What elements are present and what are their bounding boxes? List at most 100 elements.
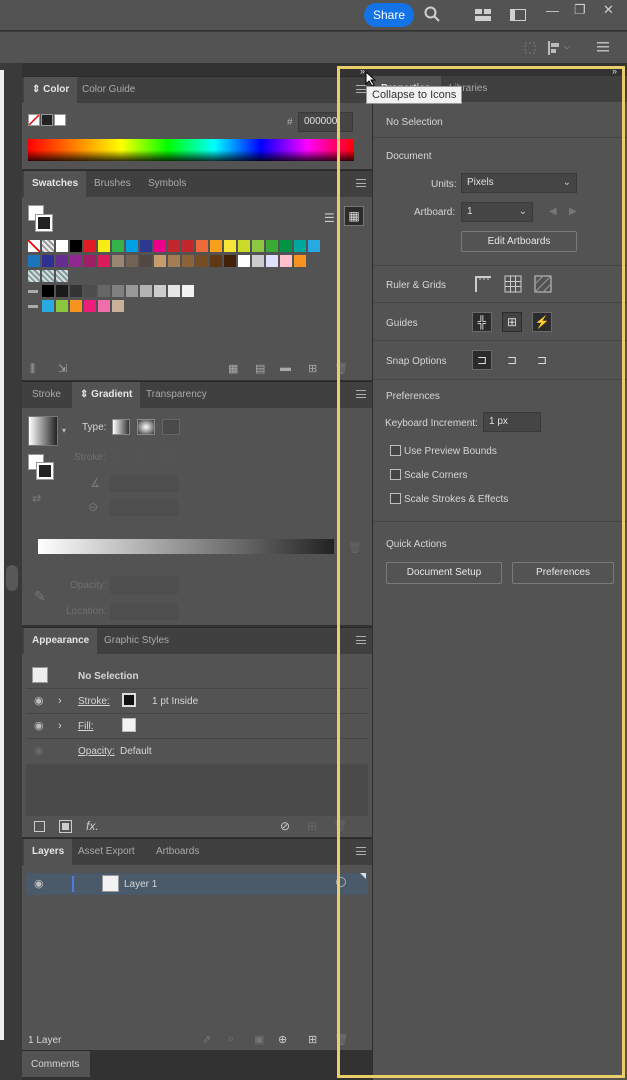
color-swatch[interactable] — [140, 240, 152, 252]
scale-strokes-effects-checkbox[interactable] — [390, 493, 401, 504]
stroke-swatch[interactable] — [122, 693, 136, 707]
color-swatch[interactable] — [56, 270, 68, 282]
color-swatch[interactable] — [126, 255, 138, 267]
workspace-icon[interactable] — [510, 9, 526, 24]
color-swatch[interactable] — [84, 285, 96, 297]
color-swatch[interactable] — [56, 300, 68, 312]
linear-gradient-button[interactable] — [112, 419, 130, 435]
preferences-button[interactable]: Preferences — [512, 562, 614, 584]
transform-icon[interactable] — [524, 42, 536, 57]
transparency-grid-icon[interactable] — [534, 275, 552, 296]
color-swatch[interactable] — [294, 255, 306, 267]
color-swatch[interactable] — [280, 255, 292, 267]
swatch-options-icon[interactable]: ▤ — [255, 362, 265, 375]
location-input[interactable] — [110, 602, 178, 620]
panel-menu-icon[interactable] — [597, 42, 609, 55]
color-swatch[interactable] — [84, 255, 96, 267]
export-icon[interactable]: ⇗ — [202, 1033, 211, 1046]
radial-gradient-button[interactable] — [137, 419, 155, 435]
reverse-gradient-icon[interactable]: ⇄ — [32, 492, 41, 505]
tab-transparency[interactable]: Transparency — [138, 382, 215, 408]
color-swatch[interactable] — [84, 300, 96, 312]
color-swatch[interactable] — [210, 255, 222, 267]
show-swatch-kinds-icon[interactable]: ▦ — [228, 362, 238, 375]
color-swatch[interactable] — [112, 240, 124, 252]
color-swatch[interactable] — [224, 240, 236, 252]
visibility-eye-icon[interactable]: ◉ — [34, 719, 44, 732]
delete-layer-icon[interactable]: 🗑 — [334, 1033, 348, 1046]
freeform-gradient-button[interactable] — [162, 419, 180, 435]
color-swatch[interactable] — [98, 300, 110, 312]
stroke-color-icon[interactable] — [36, 462, 54, 480]
visibility-eye-icon[interactable]: ◉ — [34, 694, 44, 707]
none-swatch[interactable] — [28, 114, 40, 126]
tab-symbols[interactable]: Symbols — [140, 171, 194, 197]
align-icon[interactable] — [548, 41, 572, 58]
color-swatch[interactable] — [56, 255, 68, 267]
stroke-label[interactable]: Stroke: — [78, 696, 110, 707]
color-swatch[interactable] — [252, 240, 264, 252]
scale-corners-checkbox[interactable] — [390, 469, 401, 480]
edit-artboards-button[interactable]: Edit Artboards — [461, 231, 577, 252]
delete-stop-icon[interactable]: 🗑 — [348, 541, 362, 554]
color-swatch[interactable] — [252, 255, 264, 267]
color-swatch[interactable] — [182, 240, 194, 252]
expand-chevron-icon[interactable]: › — [58, 720, 62, 732]
color-swatch[interactable] — [98, 255, 110, 267]
color-swatch[interactable] — [238, 255, 250, 267]
color-swatch[interactable] — [112, 255, 124, 267]
hex-input[interactable]: 000000 — [298, 112, 353, 132]
keyboard-increment-input[interactable]: 1 px — [483, 412, 541, 432]
collapse-to-icons-icon[interactable]: » — [612, 66, 617, 76]
opacity-label[interactable]: Opacity: — [78, 746, 115, 757]
delete-swatch-icon[interactable]: 🗑 — [334, 362, 348, 375]
panel-menu-icon[interactable] — [356, 179, 366, 187]
lock-guides-icon[interactable]: ⊞ — [502, 312, 522, 332]
panel-menu-icon[interactable] — [356, 390, 366, 398]
angle-input[interactable] — [110, 474, 178, 492]
color-swatch[interactable] — [140, 285, 152, 297]
next-artboard-icon[interactable]: ▶ — [569, 206, 577, 217]
color-swatch[interactable] — [196, 255, 208, 267]
new-layer-icon[interactable]: ⊞ — [308, 1033, 317, 1046]
tab-layers[interactable]: Layers — [24, 839, 73, 865]
snap-to-grid-icon[interactable]: ⊐ — [532, 350, 552, 370]
new-sublayer-icon[interactable]: ⊕ — [278, 1033, 287, 1046]
close-icon[interactable]: ✕ — [603, 3, 614, 16]
artboard-select[interactable]: 1 ⌄ — [461, 202, 533, 222]
color-swatch[interactable] — [112, 300, 124, 312]
color-swatch[interactable] — [42, 285, 54, 297]
color-swatch[interactable] — [28, 255, 40, 267]
add-new-stroke-icon[interactable] — [34, 821, 45, 832]
new-color-group-icon[interactable]: ▬ — [280, 362, 291, 374]
fill-label[interactable]: Fill: — [78, 721, 94, 732]
add-new-effect-icon[interactable]: fx. — [86, 819, 99, 833]
stroke-gradient-along-icon[interactable] — [137, 448, 153, 464]
eyedropper-icon[interactable]: ✎ — [34, 588, 46, 605]
tab-brushes[interactable]: Brushes — [86, 171, 139, 197]
delete-item-icon[interactable]: 🗑 — [333, 819, 347, 832]
restore-icon[interactable]: ❐ — [574, 3, 586, 16]
color-swatch[interactable] — [42, 255, 54, 267]
tab-asset-export[interactable]: Asset Export — [70, 839, 143, 865]
new-swatch-icon[interactable]: ⊞ — [308, 362, 317, 375]
color-swatch[interactable] — [280, 240, 292, 252]
tab-comments[interactable]: Comments — [22, 1050, 90, 1077]
snap-to-pixel-icon[interactable]: ⊐ — [502, 350, 522, 370]
color-swatch[interactable] — [70, 255, 82, 267]
add-new-fill-icon[interactable] — [59, 820, 72, 833]
color-swatch[interactable] — [224, 255, 236, 267]
color-swatch[interactable] — [168, 240, 180, 252]
clipping-mask-icon[interactable]: ▣ — [254, 1033, 264, 1046]
color-swatch[interactable] — [266, 240, 278, 252]
aspect-ratio-input[interactable] — [110, 498, 178, 516]
scrollbar-thumb[interactable] — [6, 565, 18, 591]
gradient-preview[interactable] — [28, 416, 58, 446]
color-swatch[interactable] — [140, 255, 152, 267]
color-spectrum[interactable] — [28, 139, 354, 161]
use-preview-bounds-checkbox[interactable] — [390, 445, 401, 456]
color-group-folder-icon[interactable]: ▬ — [28, 285, 40, 297]
color-swatch[interactable] — [70, 300, 82, 312]
color-swatch[interactable] — [154, 240, 166, 252]
color-swatch[interactable] — [42, 300, 54, 312]
